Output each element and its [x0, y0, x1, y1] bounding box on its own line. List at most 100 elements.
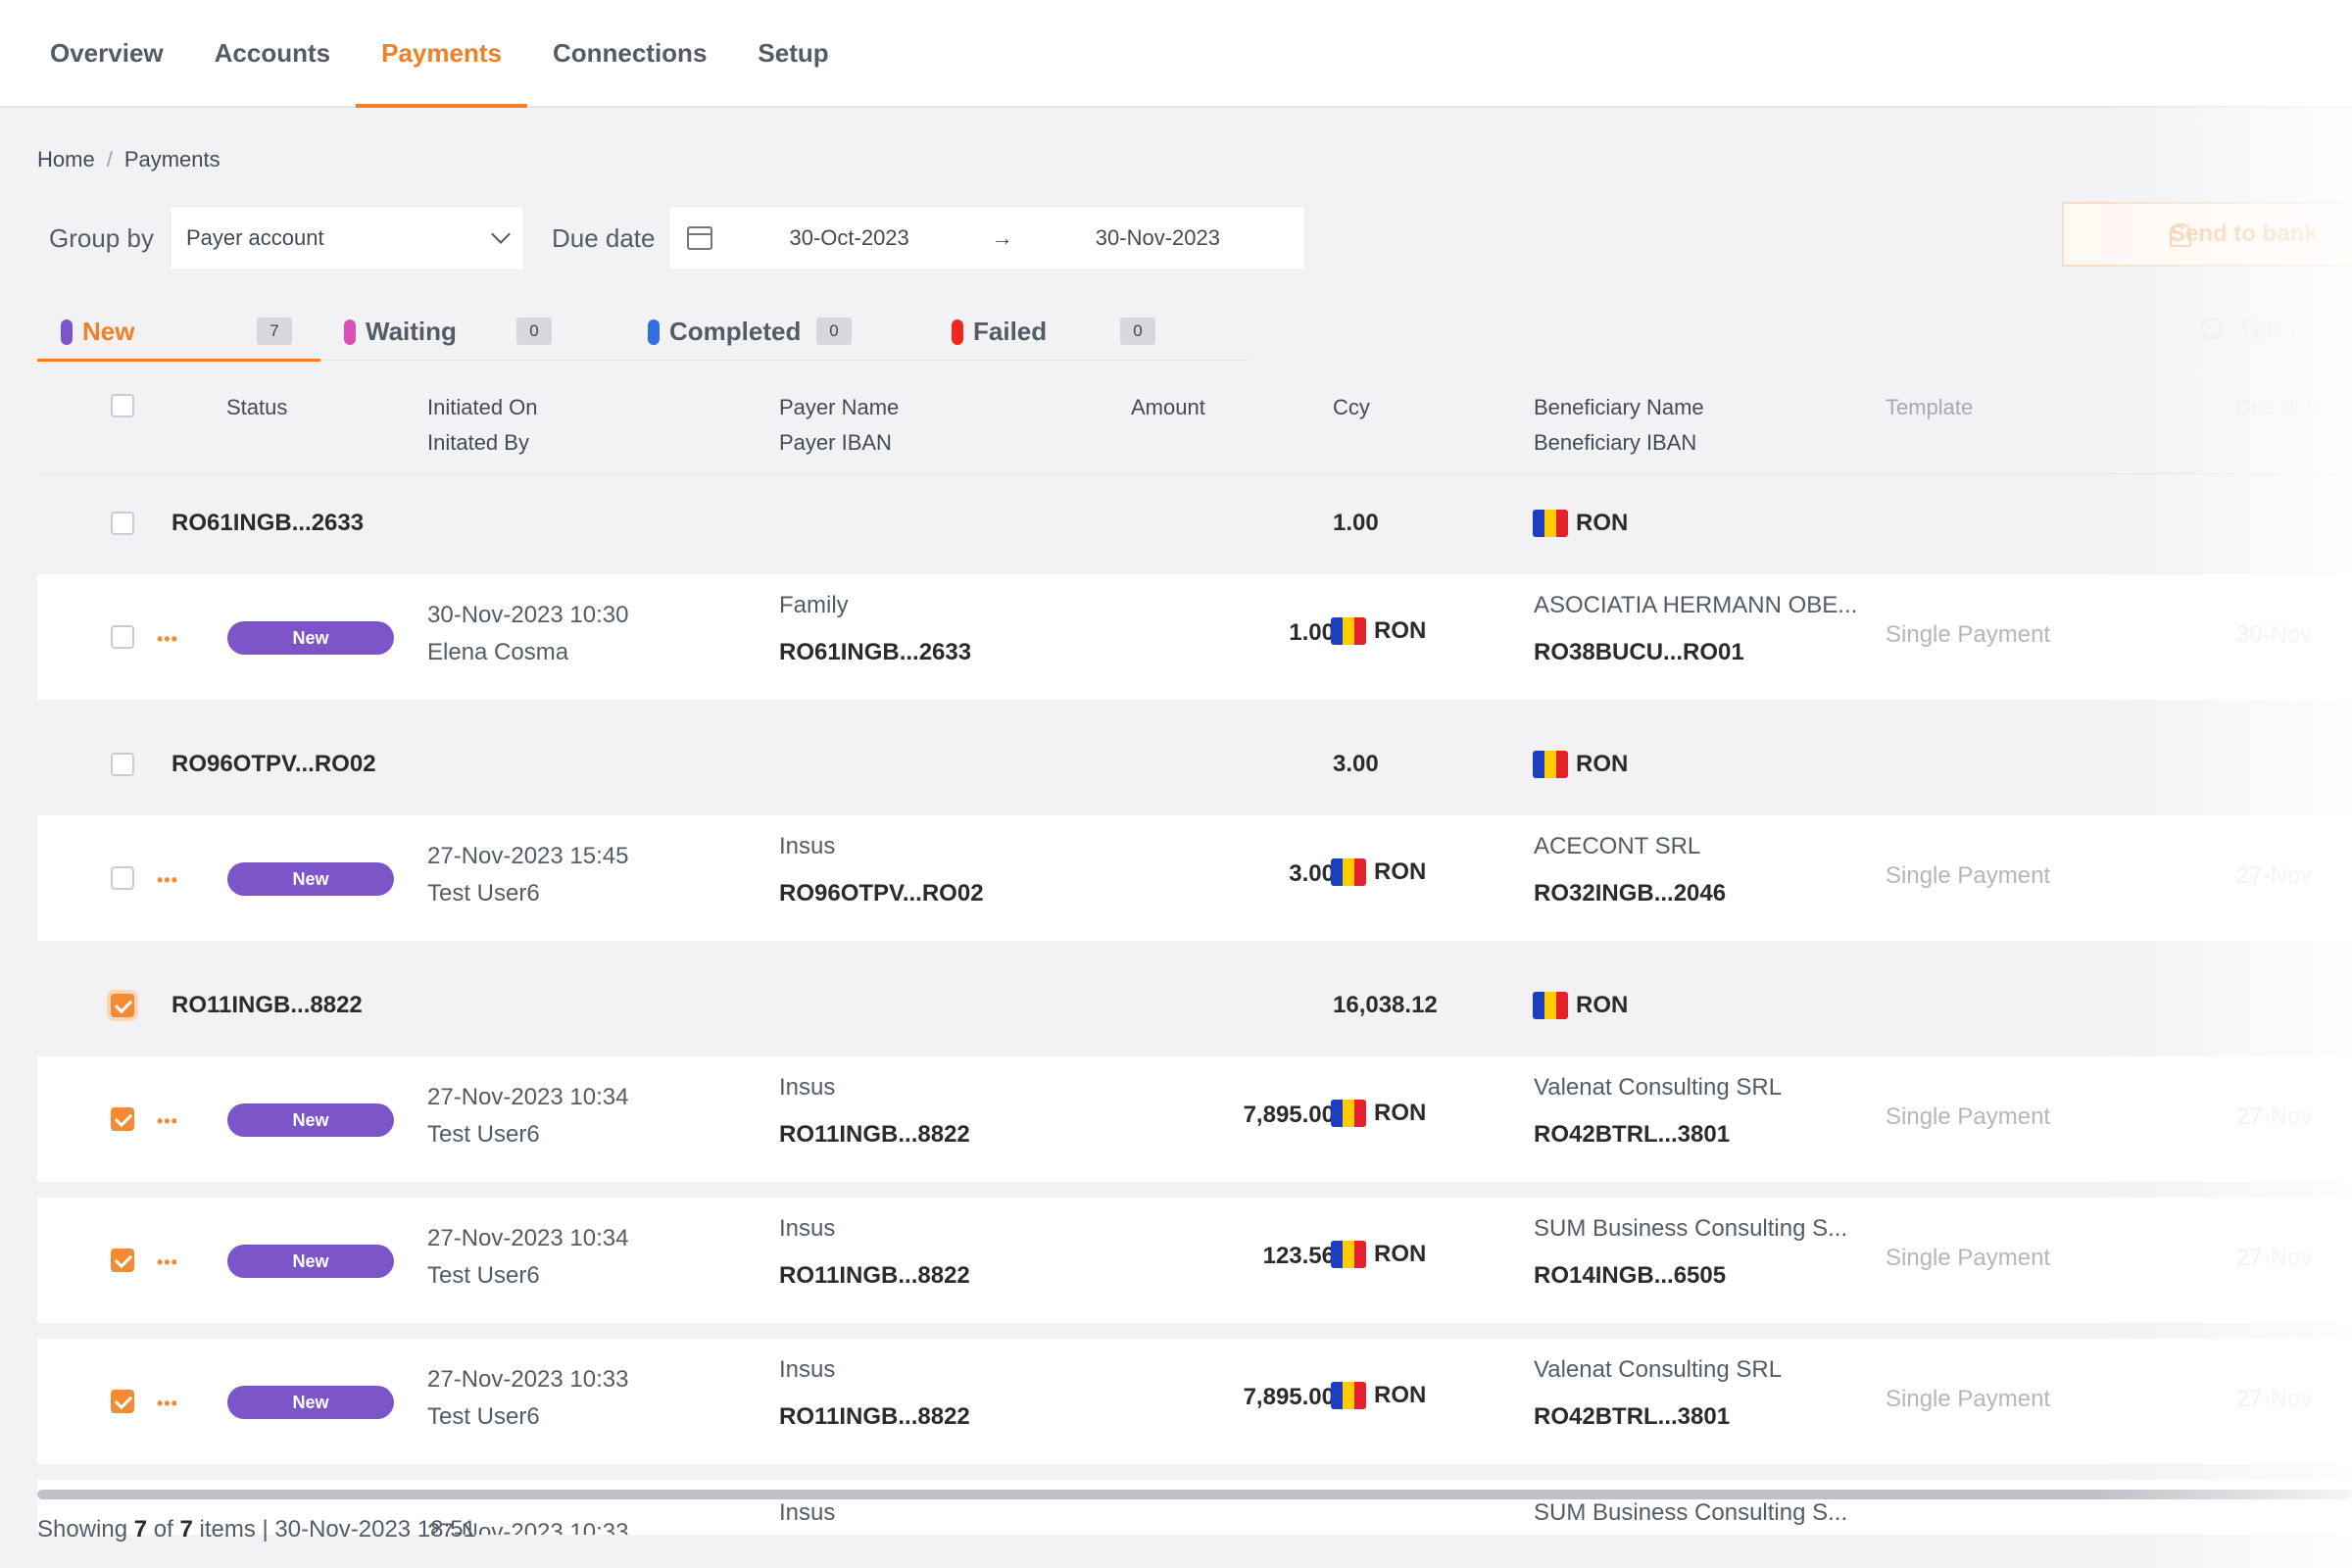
beneficiary-name: ACECONT SRL: [1534, 833, 1701, 859]
row-checkbox[interactable]: [111, 625, 134, 649]
tab-overview[interactable]: Overview: [24, 0, 189, 106]
payer-name: Insus: [779, 1074, 836, 1101]
beneficiary-name: Valenat Consulting SRL: [1534, 1356, 1783, 1383]
beneficiary-iban: RO32INGB...2046: [1534, 880, 1727, 906]
bank-icon: [2170, 223, 2191, 247]
status-tabs: New 7 Waiting 0 Completed 0 Failed 0: [37, 304, 1248, 362]
table-footer: Showing 7 of 7 items | 30-Nov-2023 18:51: [37, 1516, 476, 1543]
group-row[interactable]: RO96OTPV...RO02 3.00 RON: [37, 715, 2352, 815]
table-row[interactable]: ••• New 27-Nov-2023 15:45 Test User6 Ins…: [37, 815, 2352, 941]
initiated-on: 27-Nov-2023 15:45: [427, 843, 629, 869]
amount: 123.56: [1262, 1243, 1335, 1269]
group-row[interactable]: RO11INGB...8822 16,038.12 RON: [37, 956, 2352, 1056]
romania-flag-icon: [1533, 510, 1568, 537]
group-row[interactable]: RO61INGB...2633 1.00 RON: [37, 474, 2352, 574]
status-badge: New: [227, 1103, 394, 1137]
beneficiary-iban: RO42BTRL...3801: [1534, 1403, 1731, 1430]
currency: RON: [1331, 1241, 1426, 1268]
status-tab-new[interactable]: New 7: [37, 304, 320, 362]
group-checkbox[interactable]: [111, 512, 134, 535]
send-to-bank-button[interactable]: Send to bank: [2062, 202, 2352, 267]
table-row[interactable]: ••• New 30-Nov-2023 10:30 Elena Cosma Fa…: [37, 574, 2352, 700]
due-date-label: Due date: [551, 222, 656, 253]
status-count-badge: 7: [257, 318, 292, 345]
status-tab-failed[interactable]: Failed 0: [928, 304, 1248, 360]
tab-accounts[interactable]: Accounts: [189, 0, 356, 106]
row-checkbox[interactable]: [111, 1390, 134, 1413]
col-due-date[interactable]: Due date: [2236, 390, 2324, 425]
currency: RON: [1331, 1100, 1426, 1127]
horizontal-scrollbar[interactable]: [37, 1490, 2352, 1499]
col-beneficiary[interactable]: Beneficiary Name Beneficiary IBAN: [1534, 390, 1704, 461]
status-dot: [952, 318, 963, 345]
tab-connections[interactable]: Connections: [527, 0, 732, 106]
calendar-icon: [687, 226, 713, 250]
tab-payments[interactable]: Payments: [356, 0, 527, 108]
col-initiated[interactable]: Initiated On Initated By: [427, 390, 538, 461]
more-options-icon[interactable]: •••: [157, 1394, 178, 1414]
payer-name: Insus: [779, 1215, 836, 1242]
table-row[interactable]: ••• New 27-Nov-2023 10:34 Test User6 Ins…: [37, 1198, 2352, 1323]
initiated-by: Test User6: [427, 1403, 540, 1430]
breadcrumb-home[interactable]: Home: [37, 147, 95, 172]
group-by-label: Group by: [49, 222, 154, 253]
amount: 3.00: [1289, 860, 1335, 887]
more-options-icon[interactable]: •••: [157, 870, 178, 891]
col-amount[interactable]: Amount: [1131, 390, 1205, 425]
romania-flag-icon: [1331, 858, 1366, 886]
status-tab-completed[interactable]: Completed 0: [624, 304, 928, 360]
group-by-value: Payer account: [185, 225, 324, 250]
more-options-icon[interactable]: •••: [157, 1252, 178, 1273]
status-tab-label: Waiting: [366, 317, 457, 346]
group-checkbox[interactable]: [111, 994, 134, 1017]
table-row[interactable]: ••• New 27-Nov-2023 10:34 Test User6 Ins…: [37, 1056, 2352, 1182]
currency: RON: [1331, 1382, 1426, 1409]
romania-flag-icon: [1533, 751, 1568, 778]
search-icon: [2201, 318, 2223, 339]
row-checkbox[interactable]: [111, 1249, 134, 1272]
status-badge: New: [227, 1386, 394, 1419]
status-badge: New: [227, 621, 394, 655]
col-ccy[interactable]: Ccy: [1333, 390, 1370, 425]
amount: 7,895.00: [1243, 1102, 1335, 1128]
date-to[interactable]: 30-Nov-2023: [1096, 225, 1220, 251]
more-options-icon[interactable]: •••: [157, 629, 178, 650]
group-total: 1.00: [1333, 510, 1379, 536]
date-from[interactable]: 30-Oct-2023: [789, 225, 908, 251]
row-checkbox[interactable]: [111, 866, 134, 890]
table-row[interactable]: ••• New 27-Nov-2023 10:33 Test User6 Ins…: [37, 1339, 2352, 1464]
beneficiary-iban: RO14INGB...6505: [1534, 1262, 1727, 1289]
template: Single Payment: [1886, 621, 2051, 648]
tab-setup[interactable]: Setup: [732, 0, 854, 106]
col-payer[interactable]: Payer Name Payer IBAN: [779, 390, 899, 461]
beneficiary-name: Valenat Consulting SRL: [1534, 1074, 1783, 1101]
initiated-by: Test User6: [427, 880, 540, 906]
status-dot: [344, 318, 356, 345]
search-input[interactable]: Type a: [2201, 316, 2303, 341]
status-tab-waiting[interactable]: Waiting 0: [320, 304, 624, 360]
beneficiary-iban: RO42BTRL...3801: [1534, 1121, 1731, 1148]
romania-flag-icon: [1331, 1382, 1366, 1409]
due-date: 27-Nov: [2236, 862, 2313, 889]
status-tab-label: Failed: [973, 317, 1048, 346]
row-checkbox[interactable]: [111, 1107, 134, 1131]
status-count-badge: 0: [1120, 318, 1155, 345]
more-options-icon[interactable]: •••: [157, 1111, 178, 1132]
due-date-range-picker[interactable]: 30-Oct-2023 → 30-Nov-2023: [668, 206, 1306, 270]
initiated-on: 27-Nov-2023 10:33: [427, 1366, 629, 1393]
beneficiary-iban: RO38BUCU...RO01: [1534, 639, 1744, 665]
group-checkbox[interactable]: [111, 753, 134, 776]
status-badge: New: [227, 862, 394, 896]
initiated-on: 27-Nov-2023 10:34: [427, 1084, 629, 1110]
col-status[interactable]: Status: [226, 390, 287, 425]
payer-name: Family: [779, 592, 849, 618]
template: Single Payment: [1886, 1103, 2051, 1130]
payer-iban: RO11INGB...8822: [779, 1262, 970, 1289]
col-template[interactable]: Template: [1886, 390, 1973, 425]
select-all-checkbox[interactable]: [111, 394, 134, 417]
beneficiary-name: ASOCIATIA HERMANN OBE...: [1534, 592, 1858, 618]
group-total: 3.00: [1333, 751, 1379, 777]
group-by-select[interactable]: Payer account: [169, 206, 524, 270]
send-to-bank-label: Send to bank: [2170, 220, 2318, 247]
status-tab-label: New: [82, 317, 135, 346]
